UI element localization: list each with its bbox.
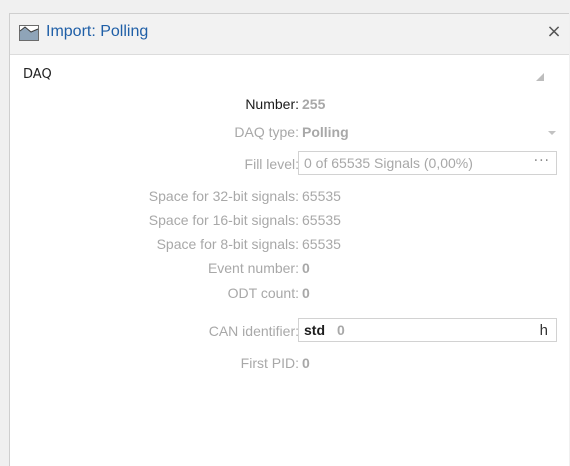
can-identifier-row: CAN identifier: std 0 h [10,318,569,342]
space16-label: Space for 16-bit signals: [148,212,299,228]
can-id-value[interactable]: 0 [337,322,345,338]
first-pid-label: First PID: [240,355,299,371]
number-row: Number: 255 [10,93,569,115]
number-label: Number: [245,96,299,112]
space32-value: 65535 [302,188,341,204]
fill-level-field[interactable]: 0 of 65535 Signals (0,00%) ··· [298,151,557,175]
space8-value: 65535 [302,236,341,252]
space32-row: Space for 32-bit signals: 65535 [10,185,569,207]
odt-count-value: 0 [302,285,310,301]
space16-row: Space for 16-bit signals: 65535 [10,209,569,231]
daq-type-value[interactable]: Polling [302,124,349,140]
fill-level-label: Fill level: [244,156,299,172]
number-value: 255 [302,96,326,112]
odt-count-label: ODT count: [227,285,299,301]
event-number-row: Event number: 0 [10,257,569,279]
title-bar: Import: Polling × [10,14,569,55]
can-identifier-field[interactable]: std 0 h [298,318,557,342]
can-identifier-label: CAN identifier: [208,323,299,339]
space8-label: Space for 8-bit signals: [156,236,299,252]
collapse-triangle-icon[interactable] [536,73,544,81]
panel-title: Import: Polling [46,23,149,40]
fill-level-row: Fill level: 0 of 65535 Signals (0,00%) ·… [10,151,569,175]
space32-label: Space for 32-bit signals: [148,188,299,204]
can-id-type[interactable]: std [304,322,325,338]
daq-section-header[interactable]: DAQ [10,65,569,87]
close-button[interactable]: × [545,20,563,44]
event-number-value: 0 [302,260,310,276]
space8-row: Space for 8-bit signals: 65535 [10,233,569,255]
space16-value: 65535 [302,212,341,228]
section-title: DAQ [23,67,52,82]
first-pid-row: First PID: 0 [10,352,569,374]
daq-type-row: DAQ type: Polling [10,121,569,143]
fill-level-value: 0 of 65535 Signals (0,00%) [304,155,473,171]
odt-count-row: ODT count: 0 [10,282,569,304]
first-pid-value: 0 [302,355,310,371]
import-panel: Import: Polling × DAQ Number: 255 DAQ ty… [9,13,569,466]
event-number-label: Event number: [207,260,299,276]
import-icon [19,25,39,41]
daq-type-label: DAQ type: [234,124,299,140]
ellipsis-button[interactable]: ··· [534,153,550,169]
dropdown-arrow-icon[interactable] [548,131,556,135]
hex-suffix: h [539,322,548,339]
